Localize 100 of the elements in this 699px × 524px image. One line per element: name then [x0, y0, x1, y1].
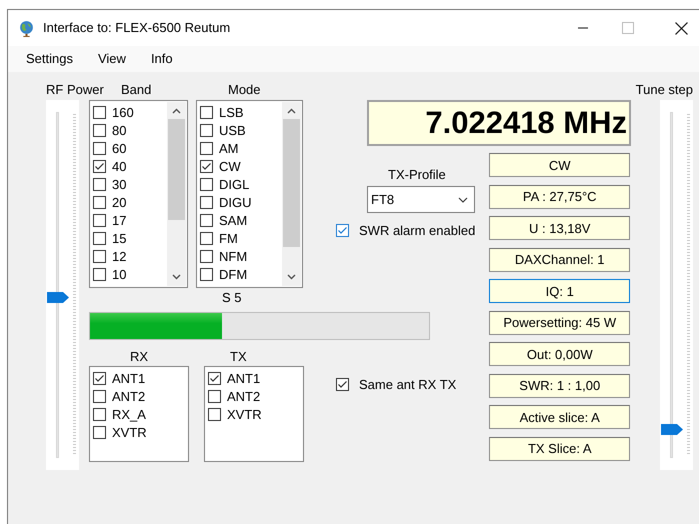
- checkbox[interactable]: [200, 196, 213, 208]
- list-item-label[interactable]: ANT2: [112, 388, 146, 404]
- checkbox[interactable]: [93, 178, 106, 190]
- checkbox[interactable]: [200, 160, 213, 172]
- list-item-label[interactable]: 60: [112, 140, 126, 156]
- checkbox[interactable]: [93, 426, 106, 438]
- checkbox[interactable]: [200, 178, 213, 190]
- scrollbar-thumb[interactable]: [168, 119, 185, 220]
- status-field: Powersetting: 45 W: [489, 310, 630, 334]
- list-item-label[interactable]: XVTR: [227, 406, 262, 422]
- chevron-down-icon: [458, 196, 468, 202]
- list-item-label[interactable]: SAM: [219, 212, 248, 228]
- checkbox-list[interactable]: ANT1 ANT2 RX_A XVTR: [89, 366, 189, 462]
- menu-item[interactable]: View: [90, 49, 134, 69]
- list-item-label[interactable]: FM: [219, 230, 238, 246]
- checkbox[interactable]: [93, 232, 106, 244]
- window-title: Interface to: FLEX-6500 Reutum: [43, 19, 230, 38]
- scroll-down-icon[interactable]: [287, 274, 296, 280]
- slider-thumb[interactable]: [661, 424, 683, 435]
- list-item-label[interactable]: DFM: [219, 266, 248, 282]
- profile-dropdown[interactable]: FT8: [367, 186, 475, 213]
- list-label: Mode: [228, 82, 262, 97]
- status-field: PA : 27,75°C: [489, 184, 630, 208]
- list-item-label[interactable]: USB: [219, 122, 246, 138]
- status-field: Active slice: A: [489, 405, 630, 429]
- status-field: SWR: 1 : 1,00: [489, 374, 630, 398]
- scroll-up-icon[interactable]: [172, 108, 181, 114]
- status-field: U : 13,18V: [489, 216, 630, 240]
- checkbox[interactable]: [93, 250, 106, 262]
- checkbox[interactable]: [200, 106, 213, 118]
- checkbox-label[interactable]: Same ant RX TX: [359, 377, 456, 392]
- list-item-label[interactable]: 15: [112, 230, 126, 246]
- checkbox[interactable]: [93, 196, 106, 208]
- list-item-label[interactable]: 20: [112, 194, 126, 210]
- list-item-label[interactable]: CW: [219, 158, 241, 174]
- slider[interactable]: [46, 100, 79, 470]
- field-label: TX-Profile: [388, 167, 447, 182]
- list-item-label[interactable]: RX_A: [112, 406, 146, 422]
- status-field: Out: 0,00W: [489, 342, 630, 366]
- checkbox-list[interactable]: 160 80 60 40 30 20 17 15 12 10: [89, 100, 188, 288]
- list-item-label[interactable]: ANT2: [227, 388, 260, 404]
- list-label: RX: [130, 349, 150, 364]
- status-field: CW: [489, 153, 630, 177]
- list-item-label[interactable]: 30: [112, 176, 126, 192]
- checkbox[interactable]: [93, 160, 106, 172]
- checkbox-list[interactable]: ANT1 ANT2 XVTR: [204, 366, 304, 462]
- checkbox[interactable]: [208, 372, 221, 384]
- list-item-label[interactable]: 12: [112, 248, 126, 264]
- checkbox[interactable]: [336, 378, 349, 391]
- checkbox[interactable]: [93, 214, 106, 226]
- checkbox[interactable]: [200, 214, 213, 226]
- scrollbar[interactable]: [282, 102, 301, 286]
- checkbox[interactable]: [200, 268, 213, 280]
- list-item-label[interactable]: 40: [112, 158, 126, 174]
- checkbox[interactable]: [200, 232, 213, 244]
- list-item-label[interactable]: LSB: [219, 104, 244, 120]
- list-item-label[interactable]: ANT1: [112, 370, 146, 386]
- list-item-label[interactable]: 80: [112, 122, 126, 138]
- close-icon[interactable]: [675, 22, 688, 34]
- list-item-label[interactable]: AM: [219, 140, 238, 156]
- checkbox[interactable]: [200, 142, 213, 154]
- checkbox[interactable]: [93, 124, 106, 136]
- globe-icon: [18, 20, 35, 36]
- list-item-label[interactable]: 10: [112, 266, 126, 282]
- checkbox-label[interactable]: SWR alarm enabled: [359, 223, 476, 238]
- list-item-label[interactable]: DIGU: [219, 194, 252, 210]
- menu-item[interactable]: Info: [142, 49, 181, 69]
- checkbox-list[interactable]: LSB USB AM CW DIGL DIGU SAM FM NFM DFM: [196, 100, 303, 288]
- list-item-label[interactable]: DIGL: [219, 176, 250, 192]
- checkbox[interactable]: [200, 124, 213, 136]
- list-item-label[interactable]: 17: [112, 212, 126, 228]
- list-item-label[interactable]: XVTR: [112, 424, 147, 440]
- list-item-label[interactable]: NFM: [219, 248, 248, 264]
- status-field: DAXChannel: 1: [489, 248, 630, 272]
- scroll-down-icon[interactable]: [172, 274, 181, 280]
- scroll-up-icon[interactable]: [287, 108, 296, 114]
- checkbox[interactable]: [208, 390, 221, 402]
- checkbox[interactable]: [93, 142, 106, 154]
- frequency-display: 7.022418 MHz: [367, 100, 631, 146]
- checkbox[interactable]: [93, 408, 106, 420]
- slider-thumb[interactable]: [47, 292, 69, 303]
- menu-item[interactable]: Settings: [18, 49, 81, 69]
- scrollbar-thumb[interactable]: [283, 119, 300, 247]
- checkbox[interactable]: [336, 224, 349, 237]
- checkbox[interactable]: [93, 268, 106, 280]
- scrollbar[interactable]: [167, 102, 186, 286]
- slider-label: Tune step: [636, 82, 693, 97]
- status-field: TX Slice: A: [489, 436, 630, 460]
- checkbox[interactable]: [200, 250, 213, 262]
- slider[interactable]: [660, 100, 693, 470]
- list-label: TX: [230, 349, 248, 364]
- slider-label: RF Power: [46, 82, 104, 97]
- s-meter-label: S 5: [222, 290, 243, 305]
- status-field: IQ: 1: [489, 279, 630, 303]
- list-item-label[interactable]: 160: [112, 104, 134, 120]
- checkbox[interactable]: [93, 390, 106, 402]
- checkbox[interactable]: [93, 372, 106, 384]
- list-item-label[interactable]: ANT1: [227, 370, 260, 386]
- checkbox[interactable]: [208, 408, 221, 420]
- checkbox[interactable]: [93, 106, 106, 118]
